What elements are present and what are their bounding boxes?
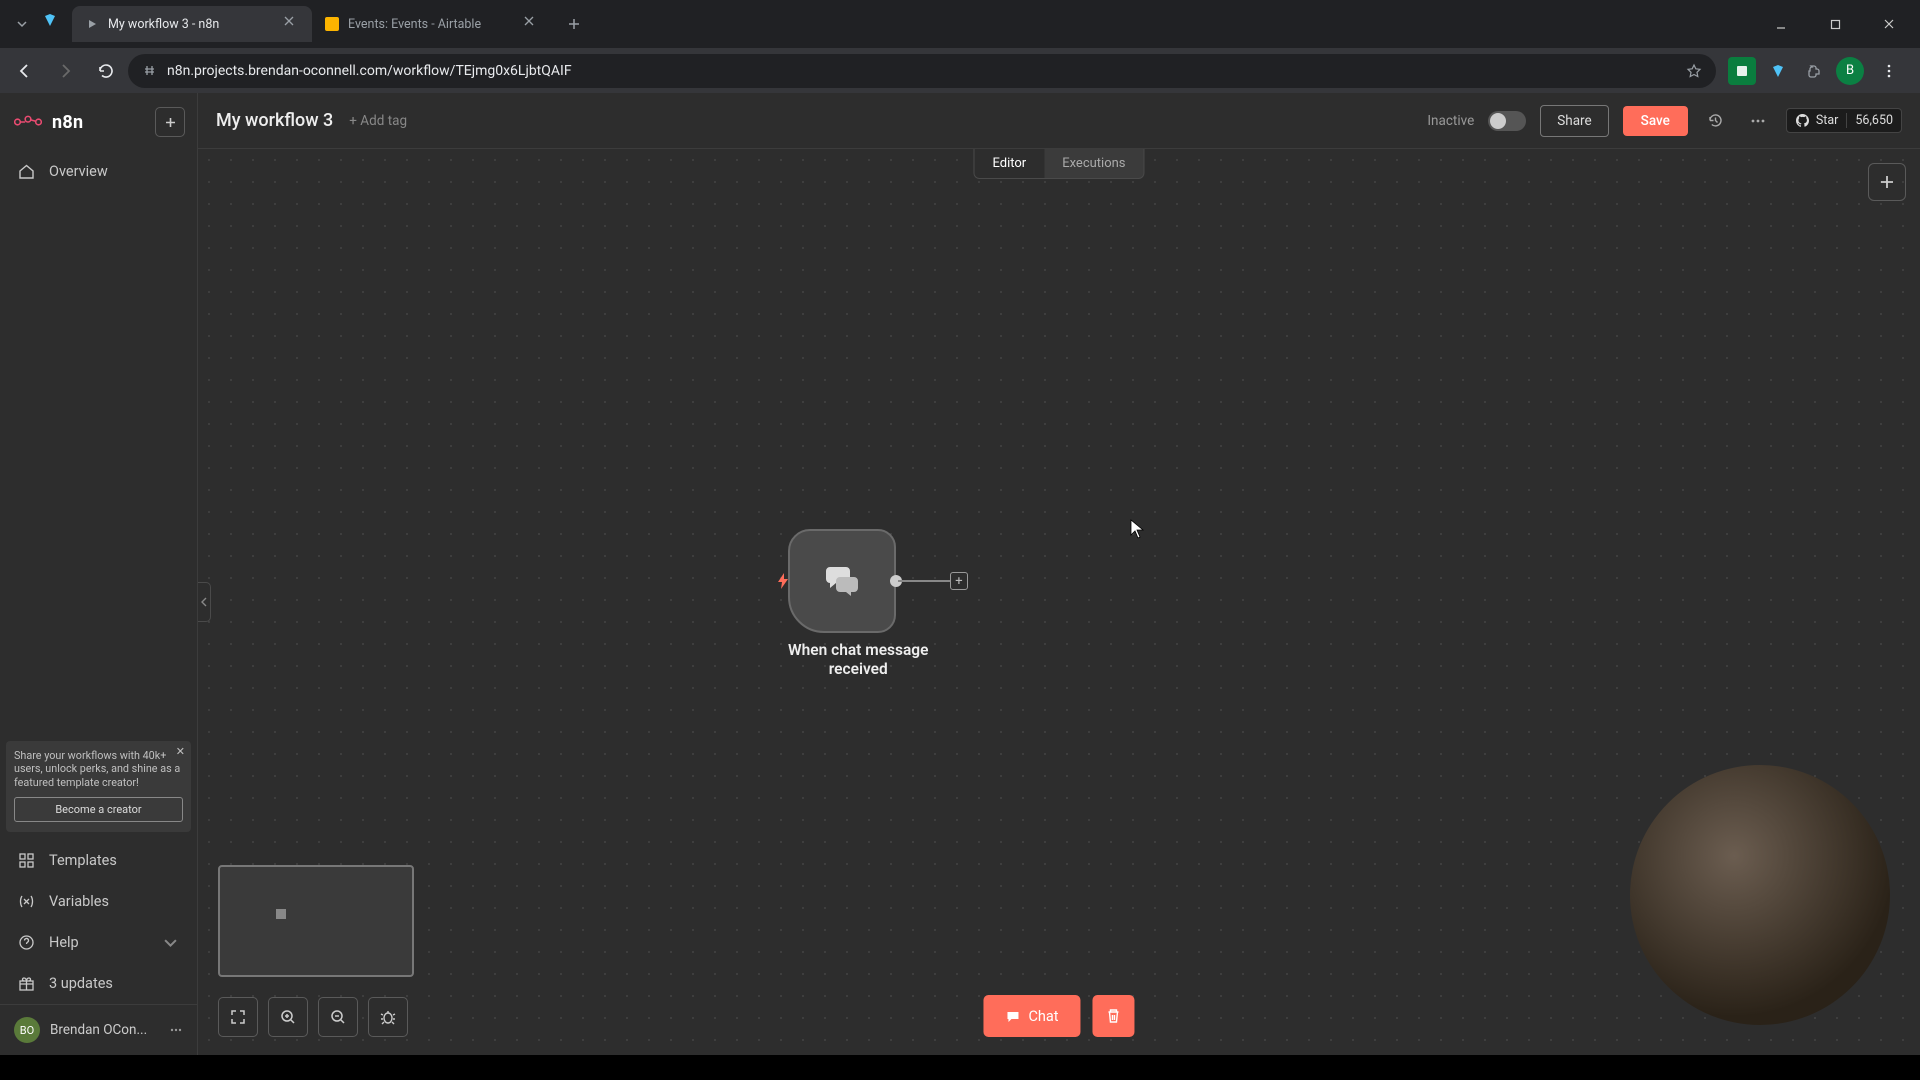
tab-title: Events: Events - Airtable: [348, 17, 481, 32]
workflow-node-chat-trigger[interactable]: + When chat messagereceived: [788, 529, 928, 678]
add-tag-button[interactable]: + Add tag: [349, 113, 407, 129]
browser-tab-active[interactable]: My workflow 3 - n8n: [72, 6, 312, 42]
star-label: Star: [1816, 113, 1839, 128]
add-connected-node-button[interactable]: +: [950, 572, 968, 590]
new-tab-button[interactable]: [560, 10, 588, 38]
close-icon[interactable]: [284, 16, 300, 32]
sidebar-item-label: Overview: [49, 163, 108, 180]
sidebar-user[interactable]: BO Brendan OCon...: [0, 1004, 197, 1055]
sidebar-item-templates[interactable]: Templates: [0, 840, 197, 881]
chevron-down-icon: [162, 934, 179, 951]
sidebar-item-label: 3 updates: [49, 975, 113, 992]
zoom-in-button[interactable]: [268, 997, 308, 1037]
creator-promo-text: Share your workflows with 40k+ users, un…: [14, 749, 183, 789]
home-icon: [18, 163, 35, 180]
site-settings-icon[interactable]: [142, 63, 157, 78]
zoom-out-button[interactable]: [318, 997, 358, 1037]
history-icon[interactable]: [1702, 107, 1730, 135]
url-text: n8n.projects.brendan-oconnell.com/workfl…: [167, 63, 572, 79]
browser-toolbar: n8n.projects.brendan-oconnell.com/workfl…: [0, 48, 1920, 93]
debug-button[interactable]: [368, 997, 408, 1037]
maximize-button[interactable]: [1812, 8, 1858, 40]
share-button[interactable]: Share: [1540, 105, 1608, 137]
templates-icon: [18, 852, 35, 869]
more-menu-icon[interactable]: [1744, 107, 1772, 135]
chat-bubble-icon: [1005, 1009, 1020, 1024]
workflow-name[interactable]: My workflow 3: [216, 110, 333, 131]
tab-editor[interactable]: Editor: [974, 149, 1044, 178]
minimap-node: [276, 909, 286, 919]
tab-executions[interactable]: Executions: [1044, 149, 1143, 178]
close-window-button[interactable]: [1866, 8, 1912, 40]
trash-icon: [1106, 1008, 1122, 1024]
sidebar-collapse-button[interactable]: [198, 582, 211, 622]
save-button[interactable]: Save: [1623, 106, 1688, 136]
back-button[interactable]: [8, 54, 42, 88]
extension-icon[interactable]: [1728, 57, 1756, 85]
view-tabs: Editor Executions: [973, 149, 1144, 179]
connector-line: [898, 580, 954, 582]
sidebar-item-label: Templates: [49, 852, 117, 869]
bookmark-star-icon[interactable]: [1686, 63, 1702, 79]
airtable-favicon: [324, 16, 340, 32]
star-count: 56,650: [1846, 113, 1893, 128]
help-icon: [18, 934, 35, 951]
gift-icon: [18, 975, 35, 992]
minimap[interactable]: [218, 865, 414, 977]
creator-promo-box: ✕ Share your workflows with 40k+ users, …: [6, 741, 191, 832]
profile-avatar[interactable]: B: [1836, 57, 1864, 85]
sidebar-item-label: Help: [49, 934, 79, 951]
fit-view-button[interactable]: [218, 997, 258, 1037]
minimize-button[interactable]: [1758, 8, 1804, 40]
new-workflow-button[interactable]: [155, 107, 185, 137]
status-label: Inactive: [1427, 113, 1474, 129]
sidebar-item-variables[interactable]: Variables: [0, 881, 197, 922]
user-name: Brendan OCon...: [50, 1022, 147, 1038]
github-icon: [1795, 113, 1810, 128]
close-icon[interactable]: [524, 16, 540, 32]
ellipsis-icon[interactable]: [169, 1023, 183, 1037]
taskbar: [0, 1055, 1920, 1080]
delete-button[interactable]: [1093, 995, 1135, 1037]
sidebar-item-overview[interactable]: Overview: [0, 151, 197, 192]
sidebar-item-help[interactable]: Help: [0, 922, 197, 963]
close-icon[interactable]: ✕: [176, 745, 185, 759]
tab-title: My workflow 3 - n8n: [108, 17, 219, 32]
variables-icon: [18, 893, 35, 910]
browser-tab-strip: My workflow 3 - n8n Events: Events - Air…: [0, 0, 1920, 48]
extensions-puzzle-icon[interactable]: [1800, 57, 1828, 85]
play-icon: [84, 16, 100, 32]
n8n-logo-icon: [14, 112, 42, 132]
sidebar-item-label: Variables: [49, 893, 109, 910]
chat-icon: [822, 563, 862, 599]
reload-button[interactable]: [88, 54, 122, 88]
lightning-icon: [776, 572, 790, 590]
node-label: When chat messagereceived: [788, 641, 928, 678]
address-bar[interactable]: n8n.projects.brendan-oconnell.com/workfl…: [128, 54, 1716, 88]
chat-button[interactable]: Chat: [983, 995, 1080, 1037]
gem-extension-icon[interactable]: [1764, 57, 1792, 85]
add-node-button[interactable]: [1868, 163, 1906, 201]
github-star-badge[interactable]: Star 56,650: [1786, 108, 1902, 133]
browser-tab-inactive[interactable]: Events: Events - Airtable: [312, 6, 552, 42]
forward-button[interactable]: [48, 54, 82, 88]
active-toggle[interactable]: [1488, 111, 1526, 131]
topbar: My workflow 3 + Add tag Inactive Share S…: [198, 93, 1920, 149]
sidebar: n8n Overview ✕ Share your workflows with…: [0, 93, 198, 1055]
webcam-overlay: [1630, 765, 1890, 1025]
gem-icon[interactable]: [42, 12, 66, 36]
tab-search-dropdown[interactable]: [12, 14, 32, 34]
browser-menu-icon[interactable]: [1872, 54, 1906, 88]
become-creator-button[interactable]: Become a creator: [14, 797, 183, 822]
sidebar-item-updates[interactable]: 3 updates: [0, 963, 197, 1004]
logo-text: n8n: [52, 112, 83, 133]
user-avatar: BO: [14, 1017, 40, 1043]
